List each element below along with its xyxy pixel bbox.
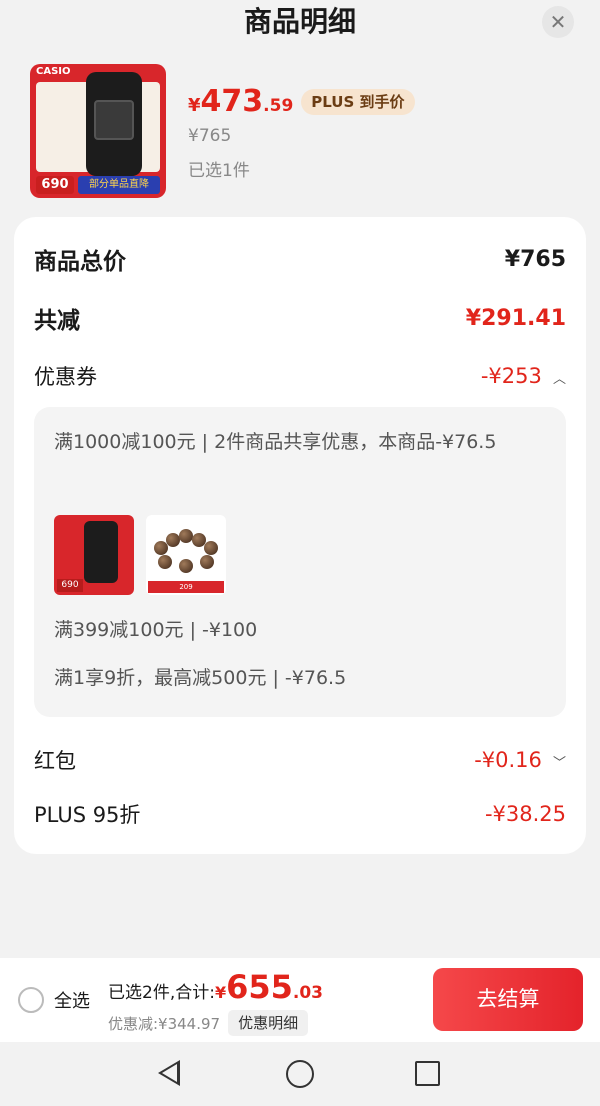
reduce-row: 共减 ¥291.41 (34, 298, 566, 338)
chevron-down-icon[interactable]: ﹀ (553, 752, 566, 771)
redpacket-value-wrap: -¥0.16 ﹀ (474, 748, 566, 772)
recent-apps-icon[interactable] (415, 1061, 440, 1086)
bead (179, 529, 193, 543)
plus-discount-value: -¥38.25 (484, 802, 566, 826)
thumbnail-price-tag: 690 (36, 176, 74, 194)
total-decimal: .03 (292, 983, 324, 1003)
watch-image (86, 72, 142, 176)
reduce-label: 共减 (34, 308, 80, 334)
coupon-product-beads[interactable]: 209 (146, 515, 226, 595)
watch-face (94, 100, 134, 140)
watch-image (84, 521, 118, 583)
discount-detail-button[interactable]: 优惠明细 (228, 1010, 309, 1036)
reduce-value: ¥291.41 (465, 305, 566, 331)
redpacket-value: -¥0.16 (474, 748, 542, 772)
checkout-bar: 全选 已选2件,合计: ¥ 655 .03 优惠减:¥344.97 优惠明细 去… (0, 958, 600, 1042)
total-value: ¥765 (504, 246, 566, 272)
order-summary: 已选2件,合计: ¥ 655 .03 (108, 968, 323, 1006)
price-decimal: .59 (263, 96, 294, 116)
coupon-value: -¥253 (480, 364, 542, 388)
thumbnail-brand: CASIO (36, 66, 71, 77)
summary-prefix: 已选2件,合计: (108, 983, 215, 1003)
coupon-product-watch[interactable]: 690 (54, 515, 134, 595)
total-row: 商品总价 ¥765 (34, 239, 566, 279)
coupon-value-wrap: -¥253 ︿ (481, 364, 566, 388)
total-integer: 655 (226, 968, 293, 1006)
header: 商品明细 ✕ (0, 0, 600, 50)
thumbnail-promo-strip: 部分单品直降 (78, 176, 160, 194)
redpacket-row[interactable]: 红包 -¥0.16 ﹀ (34, 740, 566, 780)
coupon-item: 满1享9折，最高减500元 | -¥76.5 (54, 667, 347, 689)
bead (204, 541, 218, 555)
total-symbol: ¥ (214, 983, 227, 1002)
discount-summary: 优惠减:¥344.97 优惠明细 (108, 1010, 309, 1036)
page-title: 商品明细 (243, 5, 356, 38)
coupon-item: 满399减100元 | -¥100 (54, 619, 258, 641)
back-icon[interactable] (158, 1060, 180, 1086)
checkout-button[interactable]: 去结算 (433, 968, 583, 1031)
mini-price-tag: 209 (148, 581, 224, 593)
coupon-label: 优惠券 (34, 365, 97, 389)
discount-text: 优惠减:¥344.97 (108, 1014, 221, 1033)
product-thumbnail[interactable]: CASIO 690 部分单品直降 (30, 64, 166, 198)
plus-discount-row: PLUS 95折 -¥38.25 (34, 794, 566, 834)
coupon-detail-box: 满1000减100元 | 2件商品共享优惠，本商品-¥76.5 690 209 … (34, 407, 566, 717)
original-price: ¥765 (188, 126, 232, 146)
redpacket-label: 红包 (34, 749, 76, 773)
mini-price-tag: 690 (57, 579, 83, 592)
plus-price-badge: PLUS 到手价 (301, 89, 415, 115)
selected-count: 已选1件 (188, 161, 250, 181)
close-icon[interactable]: ✕ (542, 6, 574, 38)
total-label: 商品总价 (34, 249, 126, 275)
product-summary: CASIO 690 部分单品直降 ¥ 473 .59 PLUS 到手价 ¥765… (30, 64, 570, 198)
bead (200, 555, 214, 569)
bead (158, 555, 172, 569)
product-price: ¥ 473 .59 PLUS 到手价 (188, 84, 415, 124)
plus-discount-label: PLUS 95折 (34, 803, 141, 827)
price-detail-card: 商品总价 ¥765 共减 ¥291.41 优惠券 -¥253 ︿ 满1000减1… (14, 217, 586, 854)
select-all-radio[interactable] (18, 987, 44, 1013)
price-symbol: ¥ (188, 95, 201, 116)
bead (179, 559, 193, 573)
home-icon[interactable] (286, 1060, 314, 1088)
system-navigation-bar (0, 1042, 600, 1106)
chevron-up-icon[interactable]: ︿ (553, 368, 566, 387)
bead (166, 533, 180, 547)
coupon-row[interactable]: 优惠券 -¥253 ︿ (34, 356, 566, 396)
price-integer: 473 (200, 84, 264, 119)
coupon-item: 满1000减100元 | 2件商品共享优惠，本商品-¥76.5 (54, 431, 497, 453)
select-all-label[interactable]: 全选 (54, 987, 90, 1013)
